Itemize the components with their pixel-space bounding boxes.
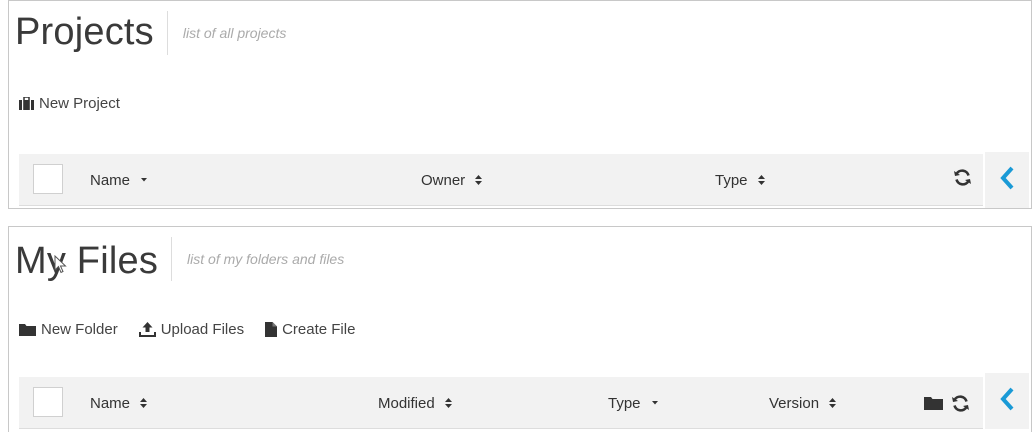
collapse-panel-button[interactable] — [985, 373, 1029, 429]
projects-header-tools — [953, 154, 972, 206]
upload-files-button[interactable]: Upload Files — [138, 321, 245, 338]
column-label: Owner — [421, 171, 466, 189]
sort-down-icon — [139, 177, 149, 183]
sort-both-icon — [474, 174, 483, 186]
projects-panel: Projects list of all projects New Projec… — [8, 0, 1032, 209]
folder-icon — [19, 323, 36, 336]
page-subtitle: list of my folders and files — [187, 251, 345, 267]
column-label: Modified — [378, 394, 435, 412]
upload-icon — [138, 322, 156, 337]
column-header-name[interactable]: Name — [90, 154, 149, 206]
column-header-name[interactable]: Name — [90, 377, 148, 429]
column-header-type[interactable]: Type — [608, 377, 660, 429]
mouse-cursor-icon — [54, 254, 68, 275]
projects-action-bar: New Project — [19, 95, 141, 112]
files-action-bar: New Folder Upload Files Create File — [19, 321, 376, 338]
sort-both-icon — [757, 174, 766, 186]
collapse-panel-button[interactable] — [985, 152, 1029, 208]
folder-icon[interactable] — [924, 396, 943, 410]
column-label: Name — [90, 394, 131, 412]
files-table-header: Name Modified Type Version — [19, 377, 983, 429]
column-label: Name — [90, 171, 131, 189]
sort-down-icon — [650, 400, 660, 406]
sort-both-icon — [444, 397, 453, 409]
column-label: Type — [715, 171, 748, 189]
new-folder-label: New Folder — [41, 321, 118, 338]
create-file-label: Create File — [282, 321, 356, 338]
new-project-button[interactable]: New Project — [19, 95, 120, 112]
select-all-checkbox[interactable] — [33, 164, 63, 194]
chevron-left-icon — [999, 166, 1015, 195]
new-project-label: New Project — [39, 95, 120, 112]
files-header-tools — [924, 377, 970, 429]
upload-files-label: Upload Files — [160, 321, 245, 338]
page-subtitle: list of all projects — [182, 25, 287, 41]
new-folder-button[interactable]: New Folder — [19, 321, 118, 338]
briefcase-icon — [19, 97, 34, 110]
page-title: My Files — [15, 240, 159, 282]
select-all-checkbox[interactable] — [33, 387, 63, 417]
file-icon — [265, 322, 278, 337]
refresh-icon[interactable] — [951, 394, 970, 412]
sort-both-icon — [139, 397, 148, 409]
column-label: Version — [769, 394, 820, 412]
refresh-icon[interactable] — [953, 169, 972, 191]
sort-both-icon — [828, 397, 837, 409]
projects-table-header: Name Owner Type — [19, 154, 983, 206]
create-file-button[interactable]: Create File — [265, 321, 355, 338]
column-label: Type — [608, 394, 641, 412]
page-title: Projects — [15, 11, 154, 53]
column-header-owner[interactable]: Owner — [421, 154, 483, 206]
column-header-modified[interactable]: Modified — [378, 377, 453, 429]
projects-title-row: Projects list of all projects — [9, 1, 286, 59]
chevron-left-icon — [999, 387, 1015, 416]
my-files-panel: My Files list of my folders and files Ne… — [8, 226, 1032, 432]
column-header-version[interactable]: Version — [769, 377, 837, 429]
column-header-type[interactable]: Type — [715, 154, 766, 206]
